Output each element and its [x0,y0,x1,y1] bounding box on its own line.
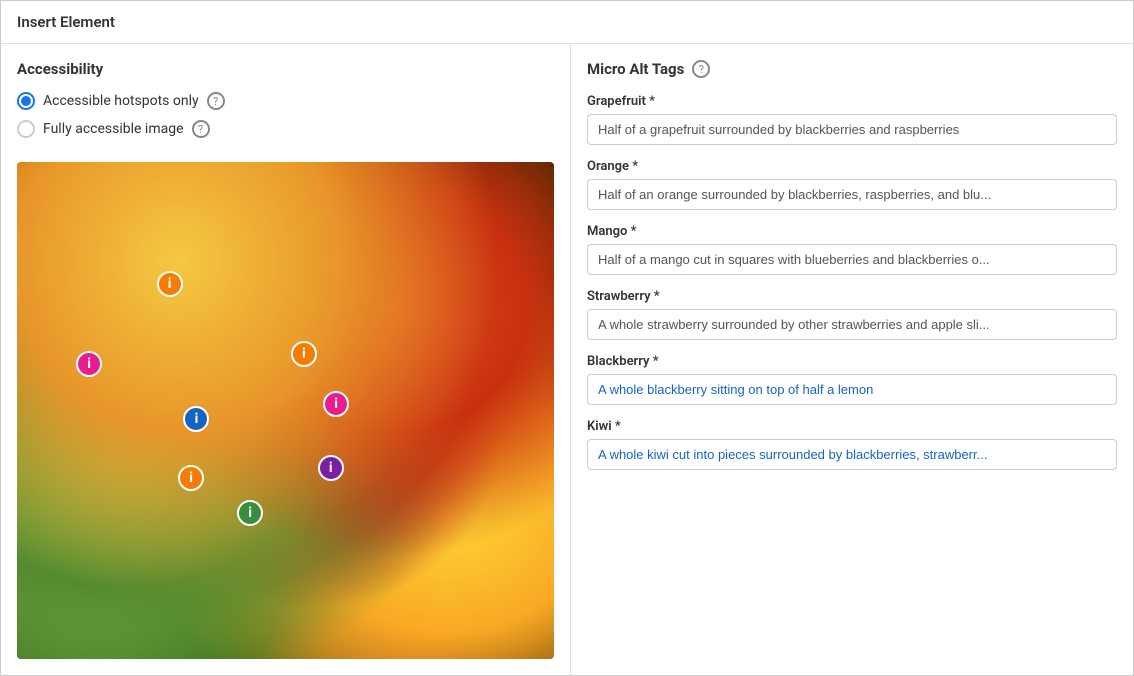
input-orange[interactable] [587,179,1117,210]
accessibility-title: Accessibility [17,60,554,78]
input-mango[interactable] [587,244,1117,275]
left-panel: Accessibility Accessible hotspots only ?… [1,44,571,675]
input-grapefruit[interactable] [587,114,1117,145]
field-grapefruit: Grapefruit * [587,94,1117,145]
hotspot-raspberry[interactable]: i [76,351,102,377]
hotspot-pineapple[interactable]: i [157,271,183,297]
hotspot-strawberry[interactable]: i [323,391,349,417]
radio-hotspots[interactable] [17,92,35,110]
label-strawberry: Strawberry * [587,289,1117,304]
help-icon-hotspots[interactable]: ? [207,92,225,110]
dialog-body: Accessibility Accessible hotspots only ?… [1,44,1133,675]
radio-item-hotspots[interactable]: Accessible hotspots only ? [17,92,554,110]
label-kiwi: Kiwi * [587,419,1117,434]
hotspot-orange[interactable]: i [291,341,317,367]
micro-alt-title: Micro Alt Tags [587,60,684,78]
radio-fullimage-label: Fully accessible image [43,121,184,137]
header-title: Insert Element [17,13,115,31]
accessibility-radio-group: Accessible hotspots only ? Fully accessi… [17,92,554,148]
main-container: Insert Element Accessibility Accessible … [0,0,1134,676]
field-blackberry: Blackberry * [587,354,1117,405]
field-orange: Orange * [587,159,1117,210]
right-panel: Micro Alt Tags ? Grapefruit * Orange * M… [571,44,1133,675]
field-strawberry: Strawberry * [587,289,1117,340]
fruit-background [17,162,554,659]
fruit-image-container: i i i i i i i i [17,162,554,659]
micro-alt-header: Micro Alt Tags ? [587,60,1117,78]
field-kiwi: Kiwi * [587,419,1117,470]
field-mango: Mango * [587,224,1117,275]
hotspot-mango[interactable]: i [183,406,209,432]
dialog-header: Insert Element [1,1,1133,44]
label-orange: Orange * [587,159,1117,174]
help-icon-micro-alt[interactable]: ? [692,60,710,78]
label-blackberry: Blackberry * [587,354,1117,369]
hotspot-kiwi[interactable]: i [237,500,263,526]
radio-fullimage[interactable] [17,120,35,138]
help-icon-fullimage[interactable]: ? [192,120,210,138]
input-kiwi[interactable] [587,439,1117,470]
label-grapefruit: Grapefruit * [587,94,1117,109]
hotspot-blackberry[interactable]: i [318,455,344,481]
input-blackberry[interactable] [587,374,1117,405]
radio-item-fullimage[interactable]: Fully accessible image ? [17,120,554,138]
label-mango: Mango * [587,224,1117,239]
input-strawberry[interactable] [587,309,1117,340]
radio-hotspots-label: Accessible hotspots only [43,93,199,109]
